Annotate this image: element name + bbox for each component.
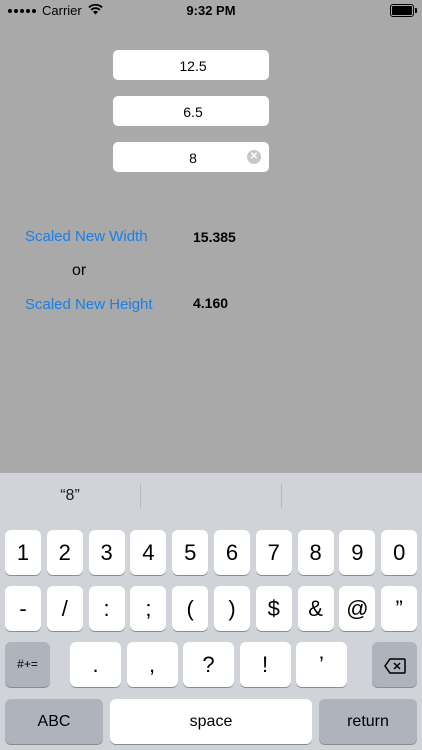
punctuation-key[interactable]: ? [183,642,234,687]
status-bar: Carrier 9:32 PM [0,0,422,22]
scaled-height-link[interactable]: Scaled New Height [25,296,153,313]
punctuation-key[interactable]: . [70,642,121,687]
digit-key[interactable]: 0 [381,530,418,575]
digit-key[interactable]: 4 [130,530,167,575]
symbol-key[interactable]: ” [381,586,418,631]
scaled-width-value: 15.385 [193,229,236,245]
height-field[interactable] [113,96,273,128]
scaled-width-link[interactable]: Scaled New Width [25,228,148,245]
digit-key[interactable]: 7 [255,530,292,575]
abc-key[interactable]: ABC [5,699,103,744]
symbol-key[interactable]: ) [214,586,250,631]
height-input[interactable] [113,96,273,128]
return-key[interactable]: return [319,699,417,744]
width-input[interactable] [113,50,273,82]
symbol-key[interactable]: ; [130,586,167,631]
punctuation-key[interactable]: ! [239,642,291,687]
delete-icon [383,644,406,689]
digit-key[interactable]: 6 [214,530,250,575]
symbol-key[interactable]: @ [339,586,376,631]
suggestion-bar: “8” [0,473,422,519]
punctuation-key[interactable]: ’ [296,642,347,687]
battery-icon [390,4,417,17]
delete-key[interactable] [372,642,417,687]
suggestion-divider [140,484,141,508]
symbol-key[interactable]: / [46,586,83,631]
clear-icon[interactable]: ✕ [247,150,261,164]
suggestion-item[interactable]: “8” [0,473,140,519]
status-time: 9:32 PM [186,3,236,18]
target-field[interactable]: ✕ [113,142,273,174]
symbol-key[interactable]: - [5,586,41,631]
or-label: or [72,262,87,279]
keyboard: “8” 1234567890 - /:;() $ & @” #+= .,?!’ ABC … [0,473,422,750]
digit-key[interactable]: 1 [5,530,41,575]
space-key[interactable]: space [110,699,312,744]
digit-key[interactable]: 9 [339,530,376,575]
symbol-key[interactable]: ( [172,586,209,631]
digit-key[interactable]: 2 [46,530,83,575]
scaled-height-value: 4.160 [193,295,229,311]
digit-key[interactable]: 8 [297,530,334,575]
symbol-key[interactable]: & [297,586,334,631]
suggestion-divider [281,484,282,508]
width-field[interactable] [113,50,273,82]
digit-key[interactable]: 3 [88,530,125,575]
digit-key[interactable]: 5 [172,530,209,575]
symbol-key[interactable]: $ [255,586,292,631]
symbol-key[interactable]: : [88,586,125,631]
punctuation-key[interactable]: , [126,642,178,687]
symbols-key[interactable]: #+= [5,642,50,687]
